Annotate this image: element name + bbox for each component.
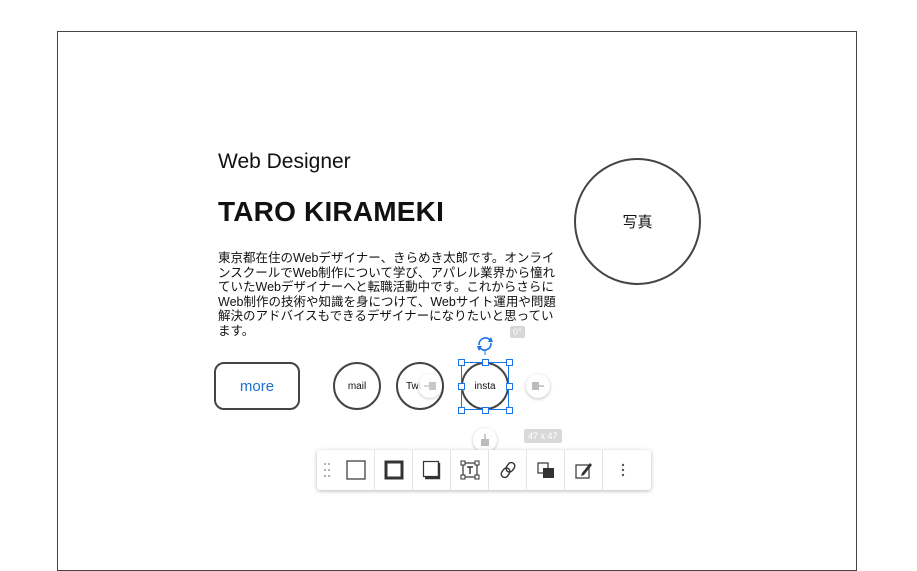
rotate-handle-icon[interactable] (474, 333, 496, 355)
size-indicator: 47 x 47 (524, 429, 562, 443)
resize-handle-se[interactable] (506, 407, 513, 414)
fill-icon[interactable] (337, 450, 375, 490)
profile-subtitle: Web Designer (218, 150, 351, 173)
profile-name: TARO KIRAMEKI (218, 196, 445, 227)
more-button-label: more (239, 377, 275, 395)
edit-style-icon[interactable] (565, 450, 603, 490)
resize-handle-nw[interactable] (458, 359, 465, 366)
border-icon[interactable] (375, 450, 413, 490)
arrange-icon[interactable] (527, 450, 565, 490)
selection-box[interactable] (461, 362, 509, 410)
more-button[interactable]: more (214, 362, 300, 410)
move-right-icon[interactable] (526, 374, 550, 398)
resize-handle-e[interactable] (506, 383, 513, 390)
mail-label: mail (347, 380, 367, 392)
photo-placeholder[interactable]: 写真 (574, 158, 701, 285)
move-down-icon[interactable] (473, 428, 497, 452)
link-icon[interactable] (489, 450, 527, 490)
photo-label: 写真 (622, 214, 653, 231)
mail-button[interactable]: mail (333, 362, 381, 410)
profile-bio: 東京都在住のWebデザイナー、きらめき太郎です。オンラインスクールでWeb制作に… (218, 251, 556, 338)
resize-handle-sw[interactable] (458, 407, 465, 414)
resize-handle-ne[interactable] (506, 359, 513, 366)
shadow-icon[interactable] (413, 450, 451, 490)
resize-handle-w[interactable] (458, 383, 465, 390)
drag-handle-icon[interactable] (317, 450, 337, 490)
angle-indicator: 0° (510, 326, 525, 338)
element-toolbar (317, 450, 651, 490)
resize-handle-s[interactable] (482, 407, 489, 414)
more-options-icon[interactable] (603, 450, 643, 490)
text-box-icon[interactable] (451, 450, 489, 490)
move-left-icon[interactable] (418, 374, 442, 398)
resize-handle-n[interactable] (482, 359, 489, 366)
